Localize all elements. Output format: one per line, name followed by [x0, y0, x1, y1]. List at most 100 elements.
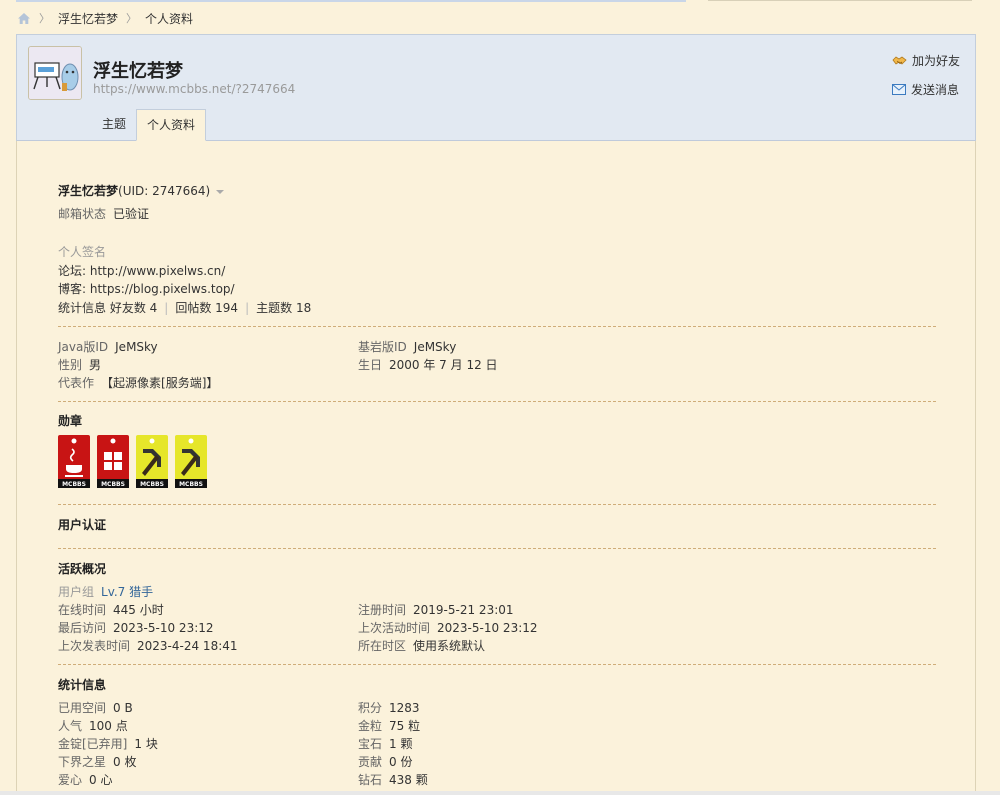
replies-count-link[interactable]: 回帖数 194: [175, 301, 238, 315]
gems-value: 1 颗: [389, 737, 413, 751]
last-post-label: 上次发表时间: [58, 639, 131, 653]
stats-title: 统计信息: [58, 678, 107, 692]
last-active-label: 上次活动时间: [358, 621, 431, 635]
gold-nuggets-value: 75 粒: [389, 719, 421, 733]
profile-actions: 加为好友 发送消息: [891, 52, 960, 98]
representative-work-value: 【起源像素[服务端]】: [101, 376, 219, 390]
nether-stars-value: 0 枚: [113, 755, 137, 769]
divider: [58, 548, 936, 549]
last-visit: 最后访问 2023-5-10 23:12: [58, 621, 214, 635]
timezone: 所在时区 使用系统默认: [358, 639, 485, 653]
svg-text:MCBBS: MCBBS: [140, 481, 164, 488]
points-label: 积分: [358, 701, 383, 715]
profile-url[interactable]: https://www.mcbbs.net/?2747664: [93, 82, 295, 96]
breadcrumb: 〉 浮生忆若梦 〉 个人资料: [17, 9, 193, 27]
breadcrumb-item-profile: 个人资料: [145, 11, 194, 26]
online-time: 在线时间 445 小时: [58, 603, 164, 617]
divider: [58, 504, 936, 505]
home-icon[interactable]: [17, 12, 31, 25]
chevron-right-icon: 〉: [39, 12, 50, 25]
gender-value: 男: [89, 358, 102, 372]
hearts: 爱心 0 心: [58, 773, 112, 787]
avatar[interactable]: [28, 46, 82, 100]
contribution-label: 贡献: [358, 755, 383, 769]
gold-ingots-value: 1 块: [134, 737, 158, 751]
bedrock-id-value: JeMSky: [413, 340, 457, 354]
email-status: 邮箱状态 已验证: [58, 207, 149, 221]
signature-label: 个人签名: [58, 245, 107, 259]
caret-down-icon[interactable]: [216, 189, 225, 194]
stats-label: 统计信息: [58, 301, 107, 315]
signature-line-forum: 论坛: http://www.pixelws.cn/: [58, 264, 226, 278]
gems-label: 宝石: [358, 737, 383, 751]
activity-title: 活跃概况: [58, 562, 107, 576]
nether-stars-label: 下界之星: [58, 755, 107, 769]
gold-nuggets-label: 金粒: [358, 719, 383, 733]
last-post: 上次发表时间 2023-4-24 18:41: [58, 639, 238, 653]
last-visit-value: 2023-5-10 23:12: [113, 621, 214, 635]
popularity-value: 100 点: [89, 719, 128, 733]
representative-work: 代表作 【起源像素[服务端]】: [58, 376, 218, 390]
gems: 宝石 1 颗: [358, 737, 412, 751]
send-message-button[interactable]: 发送消息: [891, 81, 960, 98]
hearts-label: 爱心: [58, 773, 83, 787]
tab-profile[interactable]: 个人资料: [136, 109, 207, 141]
user-group: 用户组 Lv.7 猎手: [58, 585, 153, 599]
horizontal-scrollbar[interactable]: [0, 791, 1000, 795]
threads-count-link[interactable]: 主题数 18: [256, 301, 311, 315]
diamonds-value: 438 颗: [389, 773, 428, 787]
register-time: 注册时间 2019-5-21 23:01: [358, 603, 514, 617]
friends-count-link[interactable]: 好友数 4: [110, 301, 157, 315]
last-active-value: 2023-5-10 23:12: [437, 621, 538, 635]
profile-username: 浮生忆若梦: [93, 61, 183, 82]
popularity: 人气 100 点: [58, 719, 128, 733]
profile-main: 浮生忆若梦(UID: 2747664) 邮箱状态 已验证 个人签名 论坛: htt…: [16, 141, 976, 795]
add-friend-label: 加为好友: [911, 54, 960, 68]
email-status-value: 已验证: [113, 207, 150, 221]
pickaxe-medal-icon[interactable]: MCBBS: [175, 435, 207, 488]
certification-title: 用户认证: [58, 518, 107, 532]
bedrock-id-label: 基岩版ID: [358, 340, 407, 354]
top-nav-edge-right: [708, 0, 972, 1]
points-value: 1283: [389, 701, 420, 715]
pickaxe-medal-icon[interactable]: MCBBS: [136, 435, 168, 488]
birthday-label: 生日: [358, 358, 383, 372]
popularity-label: 人气: [58, 719, 83, 733]
divider: [58, 326, 936, 327]
java-medal-icon[interactable]: MCBBS: [58, 435, 90, 488]
online-time-label: 在线时间: [58, 603, 107, 617]
contribution-value: 0 份: [389, 755, 413, 769]
profile-uid: (UID: 2747664): [118, 184, 211, 198]
gold-ingots-label: 金锭[已弃用]: [58, 737, 128, 751]
used-space-label: 已用空间: [58, 701, 107, 715]
add-friend-button[interactable]: 加为好友: [892, 52, 960, 69]
user-group-link[interactable]: Lv.7 猎手: [101, 585, 153, 599]
avatar-image: [29, 47, 81, 99]
gold-nuggets: 金粒 75 粒: [358, 719, 420, 733]
gender-label: 性别: [58, 358, 83, 372]
envelope-icon: [891, 84, 906, 95]
svg-text:MCBBS: MCBBS: [62, 481, 86, 488]
bedrock-id: 基岩版ID JeMSky: [358, 340, 456, 354]
nether-stars: 下界之星 0 枚: [58, 755, 136, 769]
windows-medal-icon[interactable]: MCBBS: [97, 435, 129, 488]
breadcrumb-item-user[interactable]: 浮生忆若梦: [58, 10, 118, 27]
points: 积分 1283: [358, 701, 420, 715]
profile-name-line: 浮生忆若梦(UID: 2747664): [58, 184, 225, 198]
tab-threads[interactable]: 主题: [92, 109, 136, 141]
svg-text:MCBBS: MCBBS: [101, 481, 125, 488]
svg-text:MCBBS: MCBBS: [179, 481, 203, 488]
register-time-label: 注册时间: [358, 603, 407, 617]
birthday-value: 2000 年 7 月 12 日: [389, 358, 498, 372]
profile-tabs: 主题 个人资料: [92, 109, 207, 141]
medal-list: MCBBS MCBBS MCBBS MCBBS: [58, 435, 207, 488]
medals-title: 勋章: [58, 414, 83, 428]
chevron-right-icon: 〉: [126, 12, 138, 25]
java-id: Java版ID JeMSky: [58, 340, 158, 354]
gender: 性别男: [58, 358, 101, 372]
timezone-value: 使用系统默认: [413, 639, 486, 653]
last-active: 上次活动时间 2023-5-10 23:12: [358, 621, 538, 635]
gold-ingots: 金锭[已弃用] 1 块: [58, 737, 158, 751]
profile-header: 浮生忆若梦 https://www.mcbbs.net/?2747664 加为好…: [16, 34, 976, 141]
divider: [58, 664, 936, 665]
